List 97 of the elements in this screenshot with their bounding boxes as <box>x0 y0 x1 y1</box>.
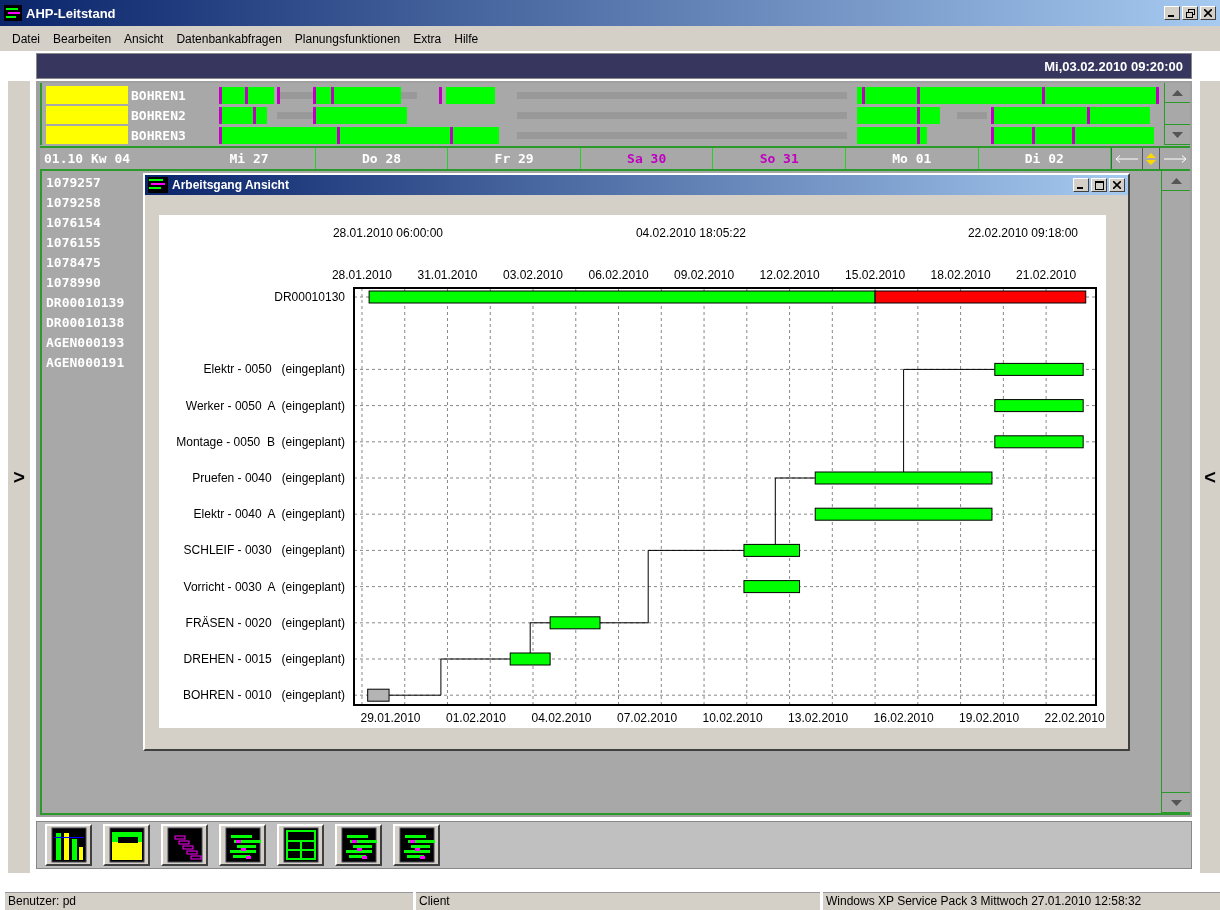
day-label: Sa 30 <box>580 148 714 169</box>
axis-tick-label: 06.02.2010 <box>588 268 649 282</box>
menu-item[interactable]: Planungsfunktionen <box>288 31 408 46</box>
schedule-bar <box>509 652 551 666</box>
day-label: Do 28 <box>315 148 449 169</box>
menu-item[interactable]: Ansicht <box>118 31 171 46</box>
axis-tick-label: 18.02.2010 <box>930 268 991 282</box>
axis-tick-label: 12.02.2010 <box>759 268 820 282</box>
axis-tick-label: 15.02.2010 <box>845 268 906 282</box>
window-title: AHP-Leitstand <box>26 5 116 21</box>
axis-tick-label: 16.02.2010 <box>873 711 934 725</box>
chart-view-icon <box>282 827 319 863</box>
view-button[interactable] <box>45 824 92 866</box>
up-arrow-icon <box>1170 177 1182 184</box>
axis-tick-label: 22.02.2010 <box>1044 711 1105 725</box>
menu-item[interactable]: Hilfe <box>448 31 486 46</box>
collapse-toggle: < <box>1204 465 1216 489</box>
maximize-icon <box>1094 180 1104 190</box>
minimize-button[interactable] <box>1164 6 1180 20</box>
right-collapse-bar[interactable]: < <box>1200 81 1220 873</box>
menu-item[interactable]: Bearbeiten <box>47 31 119 46</box>
machine-label: BOHREN1 <box>130 87 187 103</box>
maximize-button[interactable] <box>1091 178 1107 192</box>
down-arrow-icon <box>1172 131 1183 138</box>
view-button[interactable] <box>161 824 208 866</box>
view-button[interactable] <box>277 824 324 866</box>
operation-label: Elektr - 0050 (eingeplant) <box>203 362 345 377</box>
close-button[interactable] <box>1109 178 1125 192</box>
time-label: 28.01.2010 06:00:00 <box>332 226 444 240</box>
minimize-button[interactable] <box>1073 178 1089 192</box>
day-label: Mi 27 <box>183 148 316 169</box>
schedule-bar <box>367 688 390 702</box>
status-pane: Windows XP Service Pack 3 Mittwoch 27.01.2010 12:58:32 <box>823 892 1220 910</box>
up-arrow-icon <box>1172 89 1183 96</box>
chart-view-icon <box>50 827 87 863</box>
restore-button[interactable] <box>1182 6 1198 20</box>
app-icon <box>4 5 22 21</box>
view-button[interactable] <box>219 824 266 866</box>
left-collapse-bar[interactable]: > <box>8 81 30 873</box>
chart-view-icon <box>340 827 377 863</box>
schedule-bar <box>743 543 801 557</box>
view-button[interactable] <box>335 824 382 866</box>
axis-tick-label: 28.01.2010 <box>331 268 392 282</box>
status-pane: Benutzer: pd <box>5 892 413 910</box>
operation-label: Elektr - 0040 A (eingeplant) <box>193 507 345 522</box>
menu-item[interactable]: Datenbankabfragen <box>170 31 289 46</box>
view-button[interactable] <box>393 824 440 866</box>
chart-view-icon <box>398 827 435 863</box>
current-datetime: Mi,03.02.2010 09:20:00 <box>1044 58 1183 74</box>
operation-label: DREHEN - 0015 (eingeplant) <box>183 652 345 666</box>
axis-tick-label: 31.01.2010 <box>417 268 478 282</box>
operation-label: Vorricht - 0030 A (eingeplant) <box>183 579 345 594</box>
axis-tick-label: 07.02.2010 <box>617 711 678 725</box>
operation-label: Pruefen - 0040 (eingeplant) <box>192 471 345 485</box>
machine-label: BOHREN3 <box>130 127 187 143</box>
chart-view-icon <box>166 827 203 863</box>
close-icon <box>1204 9 1212 17</box>
up-down-icon <box>1146 152 1157 165</box>
machine-label: BOHREN2 <box>130 107 187 123</box>
close-button[interactable] <box>1200 6 1216 20</box>
day-label: Mo 01 <box>845 148 979 169</box>
axis-tick-label: 10.02.2010 <box>702 711 763 725</box>
view-button[interactable] <box>103 824 150 866</box>
menu-item[interactable]: Datei <box>6 31 47 46</box>
status-pane: Client <box>416 892 820 910</box>
chart-view-icon <box>224 827 261 863</box>
axis-tick-label: 01.02.2010 <box>445 711 507 725</box>
axis-tick-label: 19.02.2010 <box>959 711 1020 725</box>
time-label: 22.02.2010 09:18:00 <box>967 226 1079 240</box>
dialog-title: Arbeitsgang Ansicht <box>172 178 289 192</box>
operation-label: BOHREN - 0010 (eingeplant) <box>182 688 345 703</box>
day-label: So 31 <box>713 148 846 169</box>
app-icon <box>148 177 168 193</box>
axis-tick-label: 09.02.2010 <box>674 268 735 282</box>
axis-tick-label: 13.02.2010 <box>788 711 849 725</box>
schedule-bar <box>743 580 801 594</box>
operation-label: FRÄSEN - 0020 (eingeplant) <box>185 615 345 630</box>
axis-tick-label: 03.02.2010 <box>503 268 564 282</box>
axis-tick-label: 21.02.2010 <box>1016 268 1077 282</box>
expand-toggle: > <box>13 465 25 489</box>
operation-label: Werker - 0050 A (eingeplant) <box>185 398 345 413</box>
operation-label: Montage - 0050 B (eingeplant) <box>176 434 345 449</box>
operation-label: DR00010130 <box>274 290 345 304</box>
close-icon <box>1113 181 1121 189</box>
week-label: 01.10 Kw 04 <box>43 151 132 166</box>
restore-icon <box>1185 8 1195 18</box>
axis-tick-label: 29.01.2010 <box>360 711 421 725</box>
operation-label: SCHLEIF - 0030 (eingeplant) <box>183 543 345 558</box>
right-arrow-icon <box>1163 154 1188 163</box>
down-arrow-icon <box>1170 799 1182 806</box>
left-arrow-icon <box>1115 154 1140 163</box>
time-label: 04.02.2010 18:05:22 <box>635 226 747 240</box>
menu-item[interactable]: Extra <box>407 31 449 46</box>
schedule-bar <box>549 616 601 630</box>
axis-tick-label: 04.02.2010 <box>531 711 592 725</box>
chart-view-icon <box>108 827 145 863</box>
day-label: Fr 29 <box>448 148 581 169</box>
